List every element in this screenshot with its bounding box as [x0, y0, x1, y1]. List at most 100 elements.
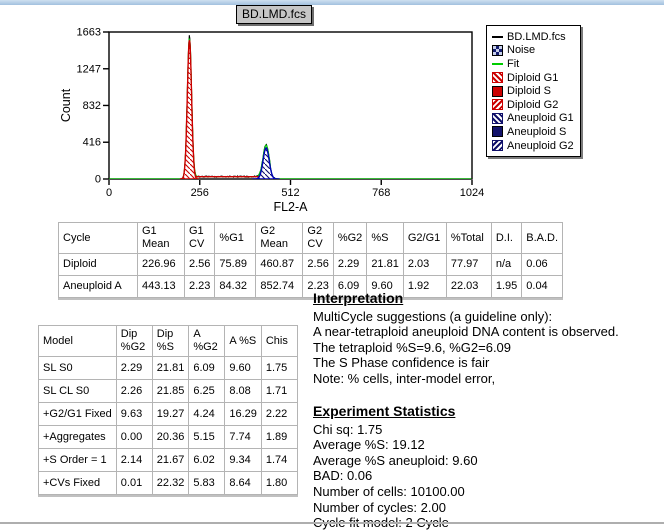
experiment-statistics-lines: Chi sq: 1.75Average %S: 19.12Average %S … [313, 422, 664, 531]
table-row: +G2/G1 Fixed9.6319.274.2416.292.22 [39, 403, 298, 426]
legend-item: Diploid G2 [492, 98, 574, 112]
table-cell: 2.56 [303, 254, 333, 276]
legend-item: Aneuploid S [492, 125, 574, 139]
y-tick-label: 0 [95, 174, 101, 186]
legend-item: Noise [492, 44, 574, 58]
table-cell: 21.85 [152, 380, 189, 403]
table-cell: 2.29 [116, 357, 152, 380]
table-cell: 9.34 [225, 449, 262, 472]
window-top-edge [0, 0, 664, 5]
table-cell: +S Order = 1 [39, 449, 117, 472]
table-cell: 2.14 [116, 449, 152, 472]
interpretation-lines: MultiCycle suggestions (a guideline only… [313, 309, 664, 387]
x-axis-label: FL2-A [273, 200, 308, 214]
hatch-fs-blue-swatch-icon [492, 140, 503, 151]
column-header: A %G2 [189, 326, 225, 357]
x-tick-label: 256 [191, 187, 209, 199]
report-window: BD.LMD.fcs 02565127681024041683212471663… [0, 0, 664, 531]
table-cell: 9.63 [116, 403, 152, 426]
legend-item: Fit [492, 57, 574, 71]
legend-item: Diploid G1 [492, 71, 574, 85]
interpretation-section: Interpretation MultiCycle suggestions (a… [313, 291, 664, 387]
table-cell: 7.74 [225, 426, 262, 449]
table-cell: 0.06 [522, 254, 563, 276]
line-black-swatch-icon [492, 36, 503, 38]
column-header: G1 CV [185, 223, 215, 254]
line-green-swatch-icon [492, 63, 503, 65]
table-cell: 1.71 [261, 380, 297, 403]
table-cell: 0.00 [116, 426, 152, 449]
table-cell: 5.15 [189, 426, 225, 449]
table-cell: 226.96 [138, 254, 185, 276]
histogram-plot: 02565127681024041683212471663FL2-ACount [55, 19, 485, 215]
table-cell: Aneuploid A [59, 276, 138, 298]
column-header: D.I. [491, 223, 521, 254]
fit-curve [109, 39, 472, 179]
x-tick-label: 768 [372, 187, 390, 199]
experiment-statistics-section: Experiment Statistics Chi sq: 1.75Averag… [313, 404, 664, 531]
legend-label: Diploid S [507, 85, 551, 97]
checker-swatch-icon [492, 45, 503, 56]
column-header: G1 Mean [138, 223, 185, 254]
column-header: A %S [225, 326, 262, 357]
column-header: Model [39, 326, 117, 357]
table-cell: 2.29 [333, 254, 366, 276]
table-cell: 21.81 [152, 357, 189, 380]
table-cell: +CVs Fixed [39, 472, 117, 495]
y-tick-label: 1247 [77, 63, 101, 75]
text-line: Number of cycles: 2.00 [313, 500, 664, 516]
table-cell: 8.08 [225, 380, 262, 403]
legend-label: BD.LMD.fcs [507, 31, 566, 43]
column-header: %G1 [215, 223, 256, 254]
column-header: Dip %S [152, 326, 189, 357]
legend-label: Aneuploid G2 [507, 140, 574, 152]
table-cell: 2.23 [185, 276, 215, 298]
plot-frame [109, 32, 472, 179]
table-cell: 2.26 [116, 380, 152, 403]
window-bottom-edge [0, 522, 664, 524]
column-header: %G2 [333, 223, 366, 254]
table-cell: 16.29 [225, 403, 262, 426]
text-line: A near-tetraploid aneuploid DNA content … [313, 324, 664, 340]
column-header: Cycle [59, 223, 138, 254]
table-cell: 2.22 [261, 403, 297, 426]
text-line: Chi sq: 1.75 [313, 422, 664, 438]
table-cell: Diploid [59, 254, 138, 276]
column-header: G2/G1 [403, 223, 446, 254]
column-header: Dip %G2 [116, 326, 152, 357]
table-cell: 4.24 [189, 403, 225, 426]
table-cell: +G2/G1 Fixed [39, 403, 117, 426]
legend-label: Noise [507, 44, 535, 56]
text-line: The tetraploid %S=9.6, %G2=6.09 [313, 340, 664, 356]
table-cell: 460.87 [256, 254, 303, 276]
legend-item: Aneuploid G2 [492, 139, 574, 153]
column-header: %Total [446, 223, 491, 254]
table-cell: 8.64 [225, 472, 262, 495]
text-line: MultiCycle suggestions (a guideline only… [313, 309, 664, 325]
y-tick-label: 832 [83, 100, 101, 112]
table-cell: 2.56 [185, 254, 215, 276]
table-row: +S Order = 12.1421.676.029.341.74 [39, 449, 298, 472]
table-cell: 84.32 [215, 276, 256, 298]
hatch-bs-red-swatch-icon [492, 72, 503, 83]
table-cell: 77.97 [446, 254, 491, 276]
raw-data-curve [109, 35, 472, 179]
chart-legend[interactable]: BD.LMD.fcsNoiseFitDiploid G1Diploid S Dip… [486, 25, 581, 157]
table-cell: 6.09 [189, 357, 225, 380]
interpretation-heading: Interpretation [313, 291, 664, 307]
legend-label: Diploid G2 [507, 99, 558, 111]
table-row: +Aggregates0.0020.365.157.741.89 [39, 426, 298, 449]
legend-label: Aneuploid S [507, 126, 566, 138]
model-comparison-table: ModelDip %G2Dip %SA %G2A %SChisSL S02.29… [38, 325, 298, 495]
y-tick-label: 416 [83, 137, 101, 149]
table-cell: 6.25 [189, 380, 225, 403]
table-cell: 2.03 [403, 254, 446, 276]
table-row: SL S02.2921.816.099.601.75 [39, 357, 298, 380]
legend-item: Aneuploid G1 [492, 112, 574, 126]
table-cell: 1.75 [261, 357, 297, 380]
experiment-statistics-heading: Experiment Statistics [313, 404, 664, 420]
legend-item: BD.LMD.fcs [492, 30, 574, 44]
text-line: Average %S aneuploid: 9.60 [313, 453, 664, 469]
solid-blue-swatch-icon [492, 126, 503, 137]
table-cell: 9.60 [225, 357, 262, 380]
